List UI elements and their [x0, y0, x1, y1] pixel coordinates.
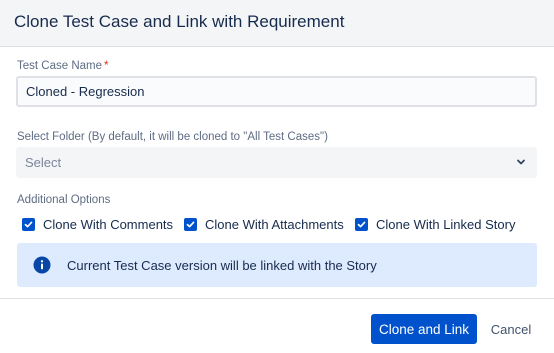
test-case-name-label-text: Test Case Name [17, 60, 103, 72]
folder-select[interactable]: Select [16, 147, 537, 178]
check-icon [186, 221, 195, 227]
dialog-header: Clone Test Case and Link with Requiremen… [0, 0, 554, 47]
clone-with-attachments-option[interactable]: Clone With Attachments [184, 216, 344, 232]
clone-and-link-button[interactable]: Clone and Link [371, 314, 477, 344]
clone-with-comments-label: Clone With Comments [43, 216, 174, 232]
cancel-button[interactable]: Cancel [486, 314, 536, 344]
clone-with-linked-story-label: Clone With Linked Story [376, 216, 516, 232]
check-icon [24, 221, 33, 227]
clone-test-case-dialog: Clone Test Case and Link with Requiremen… [0, 0, 554, 353]
footer-divider [0, 298, 554, 299]
required-marker: * [104, 60, 109, 72]
test-case-name-label: Test Case Name * [17, 59, 109, 73]
clone-with-linked-story-option[interactable]: Clone With Linked Story [355, 216, 515, 232]
clone-with-attachments-label: Clone With Attachments [205, 216, 344, 232]
clone-with-comments-checkbox[interactable] [22, 217, 35, 231]
clone-with-linked-story-checkbox[interactable] [355, 217, 368, 231]
info-message-text: Current Test Case version will be linked… [67, 258, 377, 273]
info-message: Current Test Case version will be linked… [17, 243, 537, 287]
additional-options-heading: Additional Options [17, 194, 111, 206]
clone-with-attachments-checkbox[interactable] [184, 217, 197, 231]
folder-select-placeholder: Select [25, 155, 62, 170]
dialog-title: Clone Test Case and Link with Requiremen… [14, 12, 345, 31]
clone-with-comments-option[interactable]: Clone With Comments [22, 216, 173, 232]
test-case-name-input[interactable] [16, 76, 537, 107]
check-icon [357, 221, 366, 227]
info-icon [33, 256, 51, 274]
select-folder-label: Select Folder (By default, it will be cl… [17, 131, 328, 143]
chevron-down-icon [517, 159, 525, 165]
